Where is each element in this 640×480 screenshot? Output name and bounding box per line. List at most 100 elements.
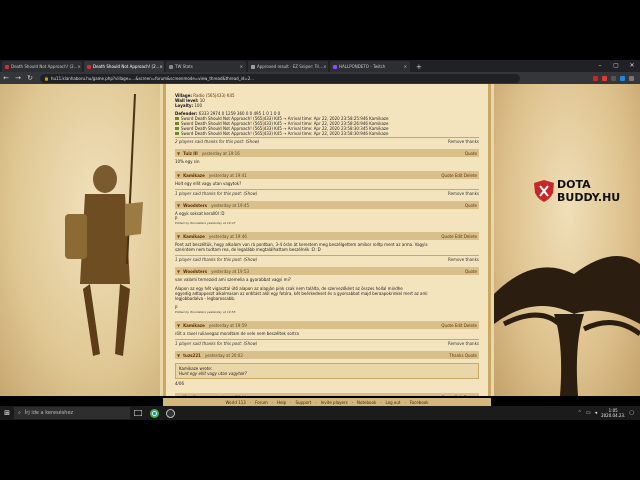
game-nav-link[interactable]: Invite players [321, 400, 348, 405]
post-date: yesterday at 19:41 [208, 172, 247, 178]
post-author[interactable]: Kamikaze [183, 323, 205, 328]
game-nav-link[interactable]: Facebook [410, 400, 429, 405]
post-author[interactable]: Kamikaze [183, 395, 205, 397]
thanks-text[interactable]: 1 player said thanks for this post: (Sho… [175, 257, 257, 262]
post-author[interactable]: Kamikaze [183, 234, 205, 239]
notifications-icon[interactable]: ▢ [629, 410, 634, 416]
tab-close-icon[interactable]: × [323, 64, 326, 69]
search-icon: ⌕ [18, 410, 21, 416]
post-text: Holt egy ellit vagy utan vagytok? [175, 181, 242, 186]
browser-tab-bar: Death Should Not Approach! (2... × Death S… [0, 0, 640, 72]
network-icon[interactable]: ▭ [586, 410, 591, 416]
url-text: hu11.klanhaboru.hu/game.php?village=...&… [50, 75, 255, 81]
post-author[interactable]: Woodsters [183, 203, 207, 208]
thanks-bar: 1 player said thanks for this post: (Sho… [175, 255, 479, 262]
attack-list: Sword Death Should Not Approach! (565|43… [175, 116, 479, 136]
forward-button[interactable]: → [12, 74, 24, 82]
post-author[interactable]: Tuiz III [183, 151, 198, 156]
tab-close-icon[interactable]: × [77, 64, 80, 69]
post-actions[interactable]: Quote Edit Delete [441, 395, 477, 397]
start-button[interactable]: ⊞ [0, 409, 14, 417]
collapse-arrow-icon[interactable]: ▼ [177, 203, 180, 208]
volume-icon[interactable]: ◂ [595, 410, 598, 416]
tab-close-icon[interactable]: × [240, 64, 243, 69]
thanks-bar: 1 player said thanks for this post: (Sho… [175, 189, 479, 196]
tray-chevron-icon[interactable]: ⌃ [578, 410, 582, 416]
game-nav-link[interactable]: Notebook [357, 400, 376, 405]
system-tray: ⌃ ▭ ◂ 1:05 2020.04.23. ▢ [578, 408, 634, 418]
extension-icon[interactable] [620, 75, 625, 81]
browser-tab[interactable]: Death Should Not Approach! (2... × [2, 61, 82, 72]
post-date: yesterday at 19:16 [201, 150, 240, 156]
knight-illustration [65, 93, 143, 356]
tab-close-icon[interactable]: × [404, 64, 407, 69]
edit-note: Edited by Woodsters yesterday at 19:47 [175, 221, 236, 225]
post-actions[interactable]: Quote [465, 269, 477, 274]
post-gap [175, 166, 479, 170]
new-tab-button[interactable]: + [416, 63, 422, 71]
taskbar-search-placeholder: Írj ide a kereséshez [24, 410, 74, 416]
collapse-arrow-icon[interactable]: ▼ [177, 395, 180, 397]
collapse-arrow-icon[interactable]: ▼ [177, 151, 180, 156]
nav-separator: · [271, 399, 274, 405]
post-author[interactable]: Kamikaze [183, 173, 205, 178]
maximize-button[interactable]: ▢ [608, 60, 624, 72]
clock[interactable]: 1:05 2020.04.23. [601, 408, 625, 418]
game-nav-link[interactable]: Help [277, 400, 286, 405]
post-actions[interactable]: Quote [465, 203, 477, 208]
browser-tab[interactable]: Death Should Not Approach! (2... × [84, 61, 164, 72]
tab-title: HALLPONDETO - Twitch [339, 64, 386, 69]
remove-thanks-button[interactable]: Remove thanks [448, 257, 479, 262]
nav-separator: · [290, 399, 292, 405]
thanks-text[interactable]: 1 player said thanks for this post: (Sho… [175, 341, 257, 346]
collapse-arrow-icon[interactable]: ▼ [177, 269, 180, 274]
remove-thanks-button[interactable]: Remove thanks [448, 341, 479, 346]
back-button[interactable]: ← [0, 74, 12, 82]
post-actions[interactable]: Quote Edit Delete [441, 323, 477, 328]
tab-strip: Death Should Not Approach! (2... × Death S… [0, 60, 640, 72]
task-view-icon[interactable] [130, 406, 146, 420]
game-nav-link[interactable]: World 113 [225, 400, 245, 405]
post-author[interactable]: tuzs221 [183, 353, 201, 358]
post-actions[interactable]: Quote Edit Delete [441, 234, 477, 239]
collapse-arrow-icon[interactable]: ▼ [177, 323, 180, 328]
post-header: ▼ Woodsters yesterday at 19:53 Quote [175, 267, 479, 275]
web-page: DOTA BUDDY.HU Village: Radio (565|433) K… [0, 84, 640, 396]
post-date: yesterday at 19:45 [211, 202, 250, 208]
extension-icon[interactable] [593, 75, 598, 81]
collapse-arrow-icon[interactable]: ▼ [177, 173, 180, 178]
close-window-button[interactable]: ✕ [624, 60, 640, 72]
game-nav-link[interactable]: Support [295, 400, 311, 405]
tab-close-icon[interactable]: × [159, 64, 162, 69]
browser-tab[interactable]: TW Stats × [166, 61, 246, 72]
loyalty-label: Loyalty: [175, 103, 194, 108]
tab-favicon-icon [87, 64, 91, 69]
minimize-button[interactable]: – [592, 60, 608, 72]
browser-tab[interactable]: HALLPONDETO - Twitch × [330, 61, 410, 72]
remove-thanks-button[interactable]: Remove thanks [448, 139, 479, 144]
extension-icon[interactable] [611, 75, 616, 81]
game-nav-link[interactable]: Log out [386, 400, 401, 405]
game-nav-link[interactable]: Forum [255, 400, 268, 405]
chrome-icon[interactable] [146, 406, 162, 420]
url-input[interactable]: 🔒 hu11.klanhaboru.hu/game.php?village=..… [40, 73, 520, 83]
sword-icon [175, 127, 179, 130]
post-author[interactable]: Woodsters [183, 269, 207, 274]
browser-tab[interactable]: Approved result - EZ Sniper: Tri... × [248, 61, 328, 72]
remove-thanks-button[interactable]: Remove thanks [448, 191, 479, 196]
obs-icon[interactable] [162, 406, 178, 420]
collapse-arrow-icon[interactable]: ▼ [177, 353, 180, 358]
post-body: Pont azt beszéltük, hogy alkalom van rá … [175, 240, 479, 254]
collapse-arrow-icon[interactable]: ▼ [177, 234, 180, 239]
profile-icon[interactable] [629, 75, 634, 81]
extension-icon[interactable] [602, 75, 607, 81]
reload-button[interactable]: ↻ [24, 74, 36, 82]
thanks-bar: 1 player said thanks for this post: (Sho… [175, 339, 479, 346]
thanks-text[interactable]: 2 players said thanks for this post: (Sh… [175, 139, 259, 144]
sword-icon [175, 122, 179, 125]
thanks-text[interactable]: 1 player said thanks for this post: (Sho… [175, 191, 257, 196]
post-actions[interactable]: Thanks Quote [449, 353, 477, 358]
post-actions[interactable]: Quote Edit Delete [441, 173, 477, 178]
post-actions[interactable]: Quote [465, 151, 477, 156]
taskbar-search-input[interactable]: ⌕ Írj ide a kereséshez [14, 407, 130, 419]
